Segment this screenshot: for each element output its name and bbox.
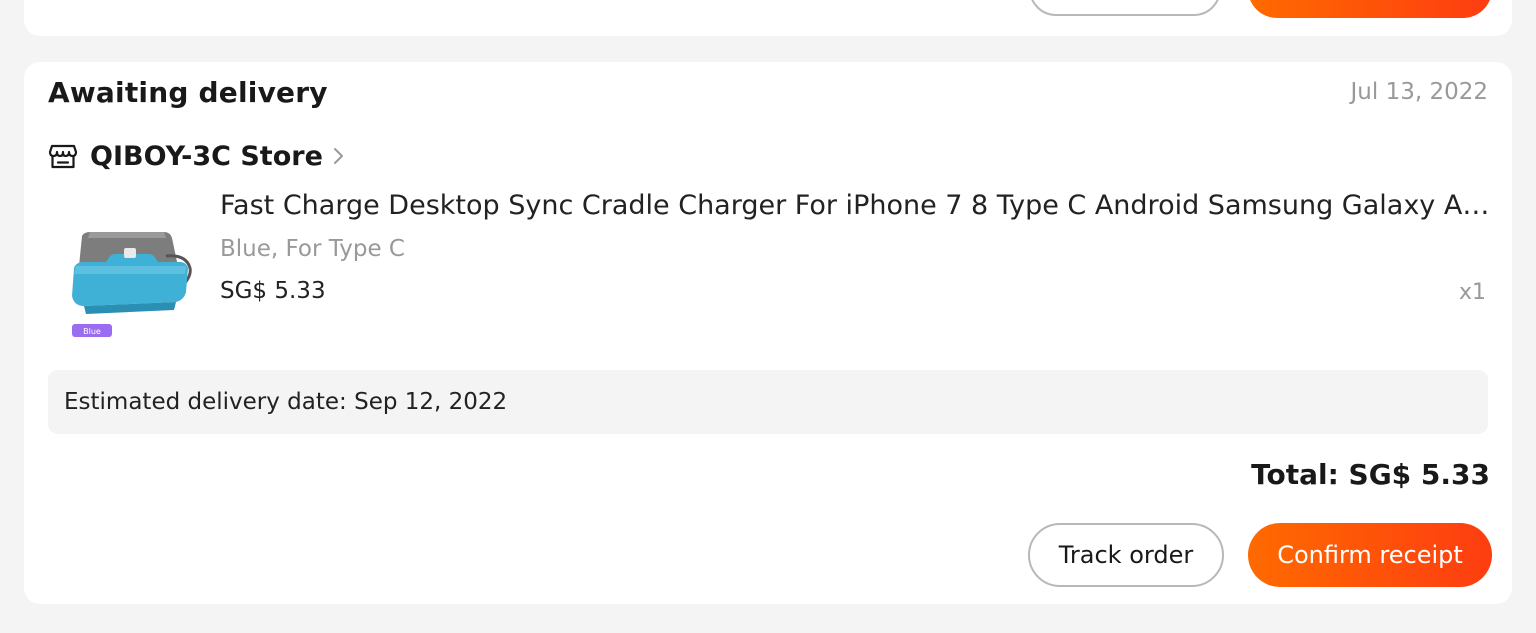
track-order-button[interactable]: Track order [1028, 523, 1224, 587]
store-name: QIBOY-3C Store [90, 140, 323, 172]
store-link[interactable]: QIBOY-3C Store [48, 138, 347, 174]
chevron-right-icon [333, 148, 343, 164]
product-title[interactable]: Fast Charge Desktop Sync Cradle Charger … [220, 190, 1492, 221]
estimated-delivery-banner: Estimated delivery date: Sep 12, 2022 [48, 370, 1488, 434]
order-date: Jul 13, 2022 [1350, 79, 1488, 105]
previous-track-order-button[interactable] [1029, 0, 1221, 16]
store-icon [48, 144, 78, 169]
product-thumbnail[interactable]: Blue [54, 196, 194, 342]
product-variant: Blue, For Type C [220, 236, 405, 262]
previous-order-card [24, 0, 1512, 36]
orders-page: Awaiting delivery Jul 13, 2022 QIBOY-3C … [0, 0, 1536, 633]
confirm-receipt-button[interactable]: Confirm receipt [1248, 523, 1492, 587]
product-price: SG$ 5.33 [220, 278, 326, 304]
previous-confirm-receipt-button[interactable] [1248, 0, 1492, 18]
order-card[interactable]: Awaiting delivery Jul 13, 2022 QIBOY-3C … [24, 62, 1512, 604]
order-total: Total: SG$ 5.33 [1251, 458, 1490, 491]
product-quantity: x1 [1458, 280, 1486, 305]
order-status: Awaiting delivery [48, 76, 328, 109]
thumb-tag-text: Blue [83, 327, 101, 336]
